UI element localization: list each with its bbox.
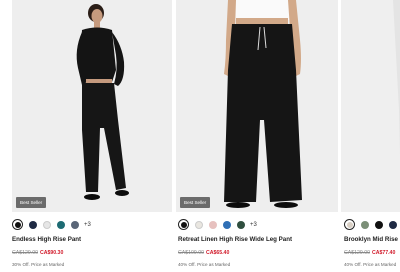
product-name[interactable]: Brooklyn Mid Rise (344, 236, 398, 243)
swatch-teal[interactable] (57, 220, 65, 229)
sale-price: CA$77.40 (371, 250, 396, 256)
sale-price: CA$90.30 (39, 250, 64, 256)
color-swatches: +3 (12, 219, 91, 230)
model-photo (176, 0, 338, 212)
swatch-blue[interactable] (223, 220, 231, 229)
model-photo (341, 0, 400, 212)
sale-price: CA$65.40 (205, 250, 230, 256)
more-colors-count[interactable]: +3 (250, 222, 257, 228)
color-swatches (344, 219, 400, 230)
promo-text: 40% Off. Price as Marked (344, 262, 397, 267)
best-seller-badge: Best Seller (16, 197, 47, 208)
product-name[interactable]: Endless High Rise Pant (12, 236, 81, 243)
swatch-ivory[interactable] (195, 220, 203, 229)
swatch-navy[interactable] (389, 220, 397, 229)
model-photo (12, 0, 172, 212)
swatch-navy[interactable] (29, 220, 37, 229)
swatch-green[interactable] (237, 220, 245, 229)
promo-text: 40% Off. Price as Marked (178, 262, 231, 267)
more-colors-count[interactable]: +3 (84, 222, 91, 228)
swatch-pink[interactable] (209, 220, 217, 229)
swatch-black[interactable] (375, 220, 383, 229)
product-image[interactable]: Best Seller (12, 0, 172, 212)
original-price: CA$129.00 (12, 250, 38, 256)
swatch-beige[interactable] (344, 219, 355, 230)
swatch-black[interactable] (178, 219, 189, 230)
swatch-sage[interactable] (361, 220, 369, 229)
product-price: CA$129.00 CA$90.30 (12, 250, 63, 256)
product-image[interactable] (341, 0, 400, 212)
product-name[interactable]: Retreat Linen High Rise Wide Leg Pant (178, 236, 292, 243)
original-price: CA$109.00 (178, 250, 204, 256)
product-image[interactable]: Best Seller (176, 0, 338, 212)
product-card-retreat-linen[interactable]: Best Seller +3 Retreat Linen High Rise W… (176, 0, 338, 267)
original-price: CA$129.00 (344, 250, 370, 256)
color-swatches: +3 (178, 219, 257, 230)
swatch-light-grey[interactable] (43, 220, 51, 229)
product-card-brooklyn[interactable]: Brooklyn Mid Rise CA$129.00 CA$77.40 40% … (341, 0, 400, 267)
product-price: CA$109.00 CA$65.40 (178, 250, 229, 256)
best-seller-badge: Best Seller (180, 197, 211, 208)
promo-text: 30% Off. Price as Marked (12, 262, 65, 267)
product-card-endless[interactable]: Best Seller +3 Endless High Rise Pant CA… (0, 0, 172, 267)
product-price: CA$129.00 CA$77.40 (344, 250, 395, 256)
swatch-slate[interactable] (71, 220, 79, 229)
swatch-black[interactable] (12, 219, 23, 230)
